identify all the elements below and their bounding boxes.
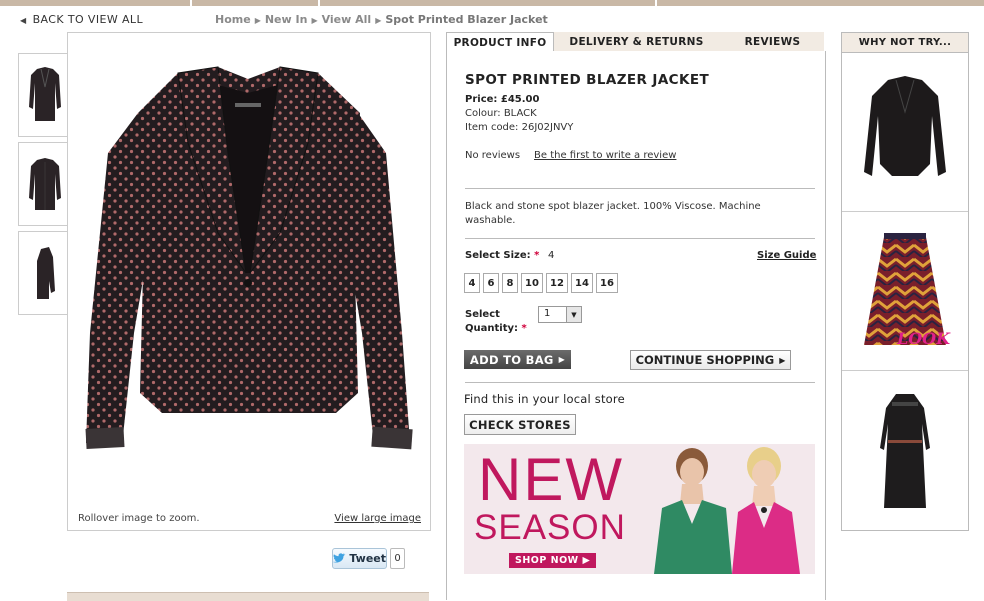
- continue-shopping-label: CONTINUE SHOPPING: [635, 353, 775, 367]
- shop-now-button[interactable]: SHOP NOW ▶: [509, 553, 597, 568]
- size-option-10[interactable]: 10: [521, 273, 543, 293]
- size-option-4[interactable]: 4: [464, 273, 480, 293]
- view-large-image-link[interactable]: View large image: [334, 513, 421, 524]
- top-strip: [0, 0, 984, 6]
- sidebar-title: WHY NOT TRY...: [842, 33, 968, 53]
- spot-blazer-main-image: [85, 66, 413, 450]
- quantity-value: 1: [544, 308, 551, 319]
- quantity-label-line1: Select: [465, 309, 500, 320]
- quantity-label-line2: Quantity:: [465, 323, 518, 334]
- blazer-side-thumbnail-image: [37, 247, 55, 299]
- tab-reviews[interactable]: REVIEWS: [721, 32, 824, 51]
- continue-shopping-button[interactable]: CONTINUE SHOPPING ▶: [630, 350, 791, 370]
- write-review-link[interactable]: Be the first to write a review: [534, 150, 676, 161]
- shop-now-label: SHOP NOW: [515, 555, 579, 566]
- size-option-8[interactable]: 8: [502, 273, 518, 293]
- breadcrumb-view-all[interactable]: View All: [322, 13, 372, 26]
- product-title: SPOT PRINTED BLAZER JACKET: [465, 72, 710, 88]
- breadcrumb-new-in[interactable]: New In: [265, 13, 308, 26]
- arrow-right-icon: ▶: [558, 355, 566, 364]
- product-item-code: Item code: 26J02JNVY: [465, 122, 574, 133]
- blazer-front-thumbnail-image: [29, 67, 61, 121]
- look-magazine-badge: LOOK: [896, 329, 950, 348]
- divider: [465, 382, 815, 383]
- back-label: BACK TO VIEW ALL: [32, 13, 143, 26]
- blazer-back-thumbnail-image: [29, 158, 61, 210]
- select-size-label: Select Size: *: [465, 250, 539, 261]
- black-dress-image: [880, 393, 930, 508]
- thumbnail-front[interactable]: [18, 53, 72, 137]
- select-quantity-label: Select Quantity: *: [465, 308, 527, 336]
- black-jacket-image: [864, 76, 946, 176]
- selected-size-value: 4: [548, 250, 555, 261]
- tweet-count: 0: [390, 548, 405, 569]
- banner-models-image: [654, 447, 800, 574]
- sidebar-item-dress[interactable]: [842, 371, 968, 529]
- check-stores-button[interactable]: CHECK STORES: [464, 414, 576, 435]
- tab-delivery-returns[interactable]: DELIVERY & RETURNS: [554, 32, 719, 51]
- no-reviews-text: No reviews: [465, 150, 521, 161]
- tweet-label: Tweet: [349, 552, 386, 565]
- main-product-image-frame[interactable]: Rollover image to zoom. View large image: [67, 32, 431, 531]
- tweet-button[interactable]: Tweet: [332, 548, 387, 569]
- product-colour: Colour: BLACK: [465, 108, 537, 119]
- size-options: 4 6 8 10 12 14 16: [464, 273, 618, 293]
- add-to-bag-button[interactable]: ADD TO BAG ▶: [464, 350, 571, 369]
- product-tabs: PRODUCT INFO DELIVERY & RETURNS REVIEWS: [446, 32, 824, 52]
- find-store-text: Find this in your local store: [464, 392, 625, 406]
- product-description: Black and stone spot blazer jacket. 100%…: [465, 201, 761, 226]
- required-marker: *: [521, 323, 527, 334]
- size-label-text: Select Size:: [465, 250, 531, 261]
- required-marker: *: [534, 250, 540, 261]
- size-option-16[interactable]: 16: [596, 273, 618, 293]
- breadcrumb-separator-icon: ▶: [311, 16, 318, 25]
- new-season-banner[interactable]: NEW SEASON SHOP NOW ▶: [464, 444, 815, 574]
- breadcrumb-separator-icon: ▶: [375, 16, 382, 25]
- zoom-hint: Rollover image to zoom.: [78, 513, 200, 524]
- thumbnail-side[interactable]: [18, 231, 72, 315]
- arrow-right-icon: ▶: [779, 355, 786, 365]
- size-option-14[interactable]: 14: [571, 273, 593, 293]
- size-guide-link[interactable]: Size Guide: [757, 250, 816, 261]
- breadcrumb-home[interactable]: Home: [215, 13, 251, 26]
- breadcrumb-separator-icon: ▶: [254, 16, 261, 25]
- size-option-6[interactable]: 6: [483, 273, 499, 293]
- chevron-down-icon[interactable]: ▼: [566, 307, 581, 322]
- thumbnail-list: [18, 53, 72, 320]
- divider: [465, 188, 815, 189]
- tab-product-info[interactable]: PRODUCT INFO: [446, 32, 554, 52]
- size-option-12[interactable]: 12: [546, 273, 568, 293]
- quantity-select[interactable]: 1 ▼: [538, 306, 582, 323]
- thumbnail-back[interactable]: [18, 142, 72, 226]
- twitter-bird-icon: [333, 553, 346, 563]
- banner-heading: NEW: [478, 446, 624, 513]
- sidebar-item-skirt[interactable]: LOOK: [842, 212, 968, 371]
- breadcrumb-current: Spot Printed Blazer Jacket: [385, 13, 548, 26]
- chevron-left-icon: ◀: [20, 16, 27, 25]
- product-price: Price: £45.00: [465, 94, 540, 105]
- sidebar-item-jacket[interactable]: [842, 53, 968, 212]
- why-not-try-sidebar: WHY NOT TRY... LOOK: [841, 32, 969, 531]
- back-to-view-all-link[interactable]: ◀ BACK TO VIEW ALL: [20, 13, 143, 26]
- banner-subheading: SEASON: [474, 508, 626, 547]
- breadcrumb: Home ▶ New In ▶ View All ▶ Spot Printed Blazer…: [215, 13, 548, 26]
- add-to-bag-label: ADD TO BAG: [469, 352, 554, 367]
- divider: [465, 238, 815, 239]
